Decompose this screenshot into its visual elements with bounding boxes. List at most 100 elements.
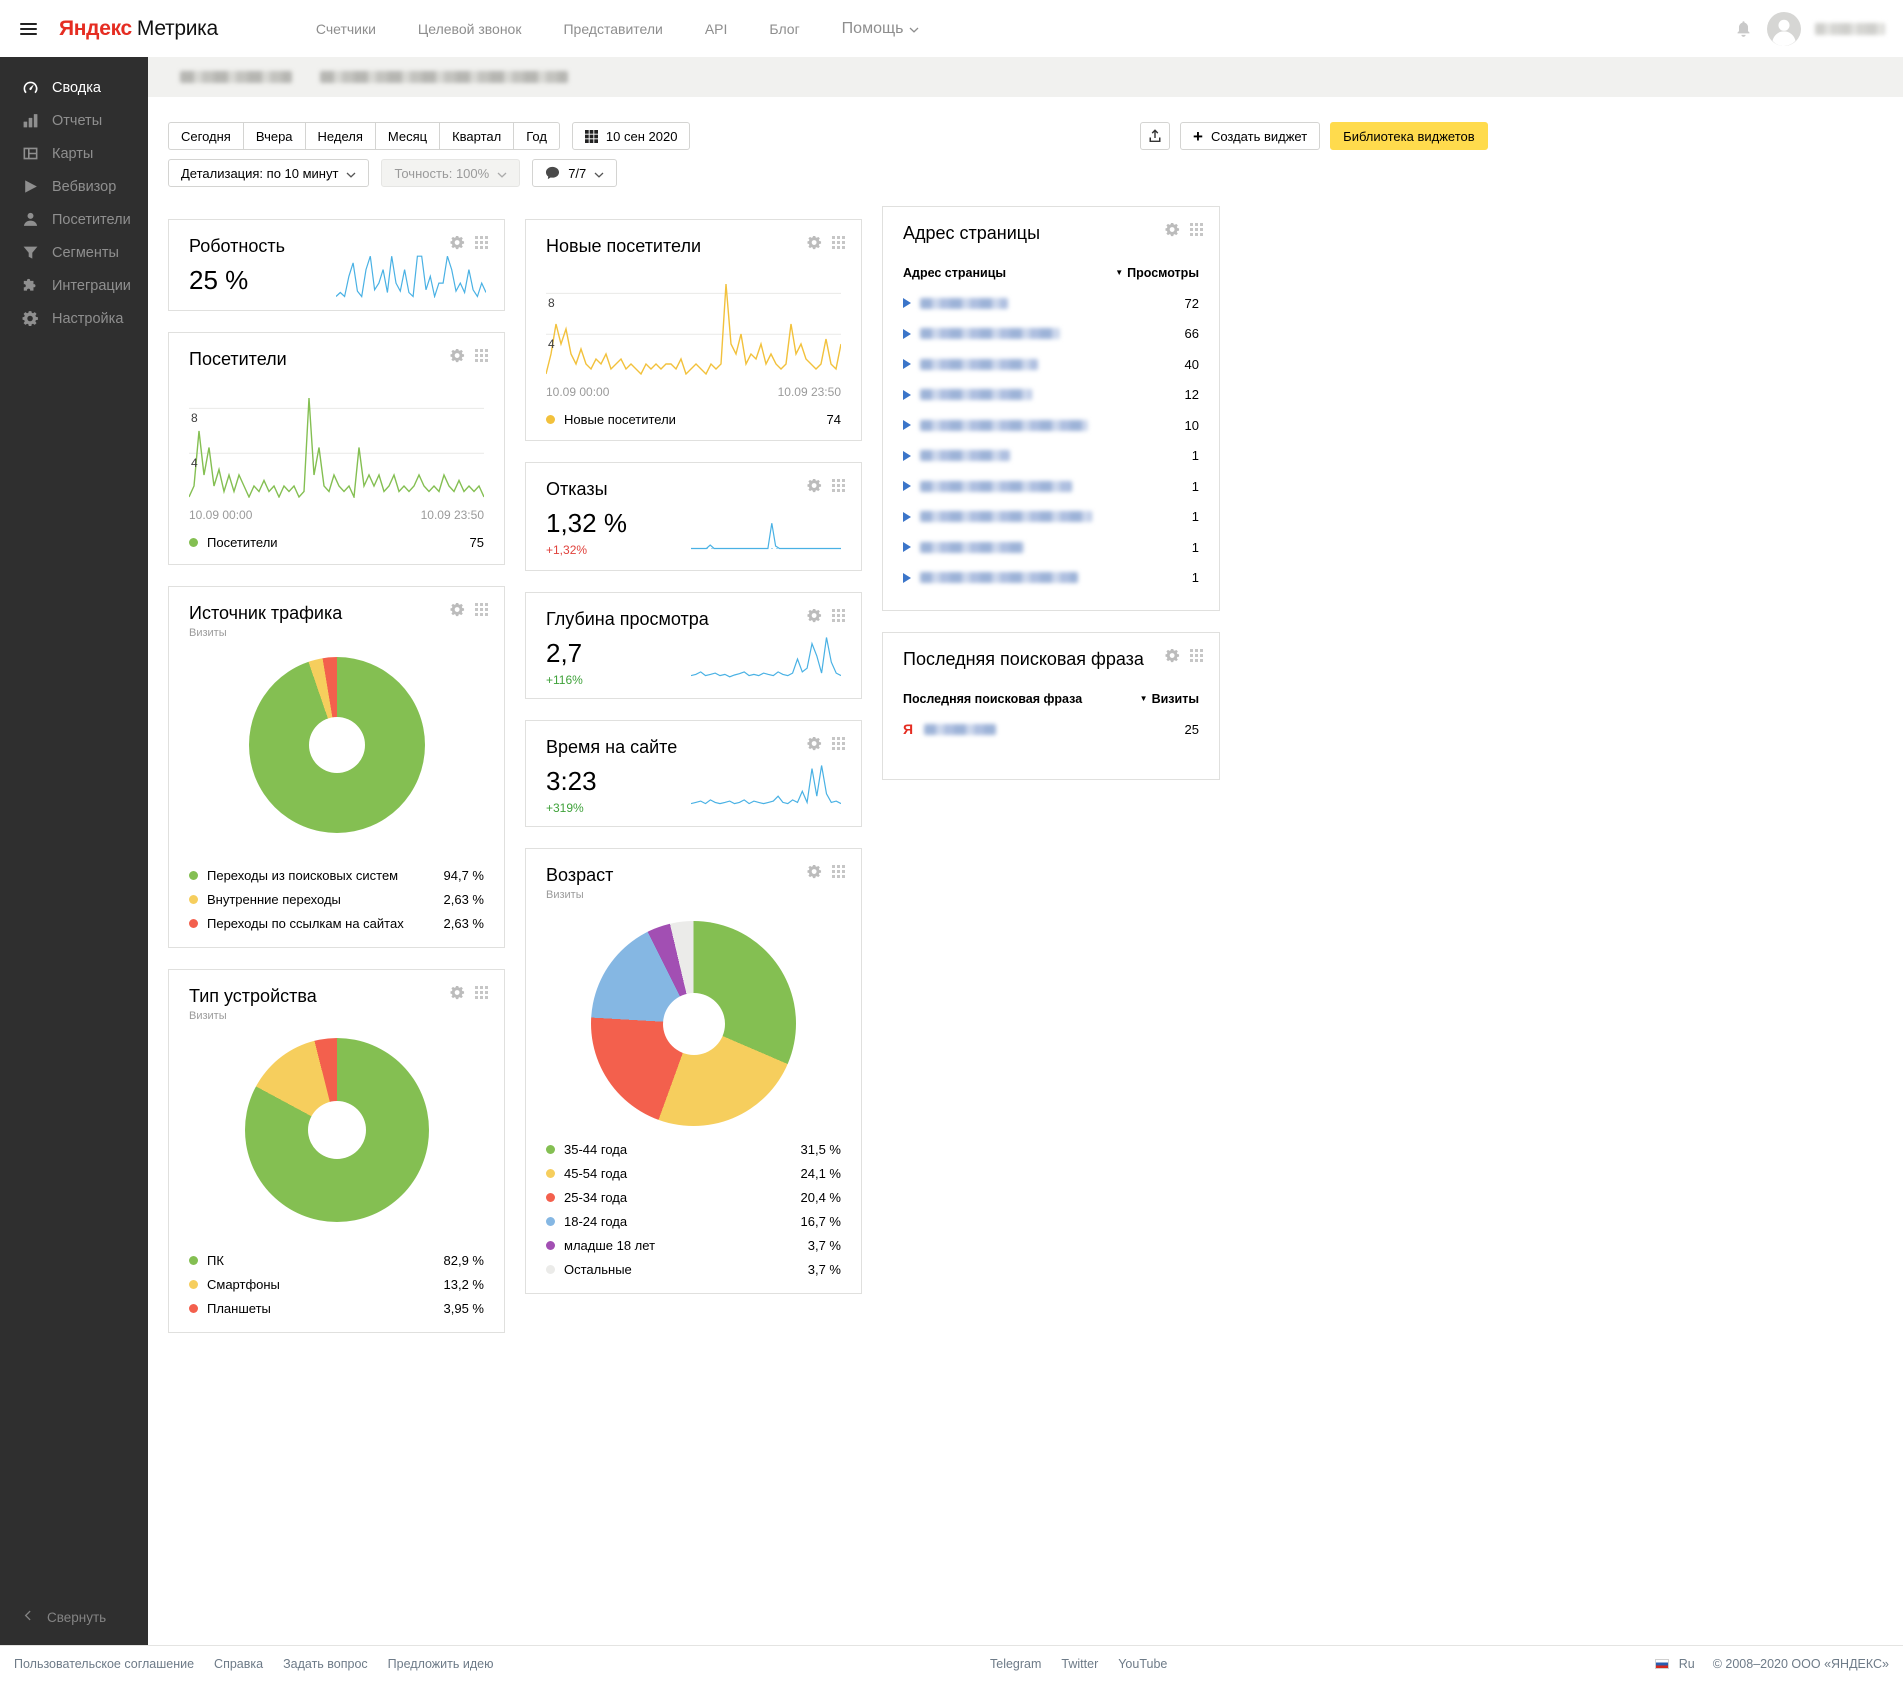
comments-dropdown[interactable]: 7/7 [532, 159, 617, 187]
page-row[interactable]: 40 [903, 349, 1199, 380]
range-week[interactable]: Неделя [305, 122, 375, 150]
page-url-redacted[interactable] [920, 481, 1072, 492]
page-url-redacted[interactable] [920, 359, 1038, 370]
widget-settings-gear-icon[interactable] [807, 736, 822, 751]
nav-tselevoy-zvonok[interactable]: Целевой звонок [418, 21, 522, 37]
page-row[interactable]: 12 [903, 380, 1199, 411]
legend-item[interactable]: Переходы по ссылкам на сайтах 2,63 % [189, 916, 484, 931]
range-yesterday[interactable]: Вчера [243, 122, 305, 150]
page-row[interactable]: 66 [903, 319, 1199, 350]
sidebar-item-vebvizor[interactable]: Вебвизор [0, 170, 148, 203]
page-row[interactable]: 1 [903, 563, 1199, 594]
nav-blog[interactable]: Блог [769, 21, 799, 37]
legend-item[interactable]: Остальные 3,7 % [546, 1262, 841, 1277]
calendar-button[interactable]: 10 сен 2020 [572, 122, 691, 150]
page-url-redacted[interactable] [920, 450, 1010, 461]
footer-social-twitter[interactable]: Twitter [1061, 1657, 1098, 1671]
range-month[interactable]: Месяц [375, 122, 439, 150]
column-header-metric[interactable]: ▼ Просмотры [1115, 266, 1199, 280]
visitors-legend[interactable]: Посетители 75 [189, 535, 484, 550]
sidebar-item-segmenty[interactable]: Сегменты [0, 236, 148, 269]
nav-help[interactable]: Помощь [842, 20, 920, 38]
widget-settings-gear-icon[interactable] [450, 348, 465, 363]
legend-item[interactable]: 18-24 года 16,7 % [546, 1214, 841, 1229]
footer-link-1[interactable]: Справка [214, 1657, 263, 1671]
legend-item[interactable]: 45-54 года 24,1 % [546, 1166, 841, 1181]
notifications-bell-icon[interactable] [1734, 19, 1753, 38]
widget-settings-gear-icon[interactable] [807, 608, 822, 623]
page-url-redacted[interactable] [920, 389, 1032, 400]
widget-drag-handle-icon[interactable] [832, 236, 845, 249]
detalization-dropdown[interactable]: Детализация: по 10 минут [168, 159, 369, 187]
widget-drag-handle-icon[interactable] [1190, 649, 1203, 662]
sidebar-item-svodka[interactable]: Сводка [0, 71, 148, 104]
device-type-donut[interactable] [245, 1038, 429, 1222]
footer-link-0[interactable]: Пользовательское соглашение [14, 1657, 194, 1671]
nav-schetchiki[interactable]: Счетчики [316, 21, 376, 37]
widget-settings-gear-icon[interactable] [1165, 222, 1180, 237]
sidebar-item-otchety[interactable]: Отчеты [0, 104, 148, 137]
range-year[interactable]: Год [513, 122, 560, 150]
sidebar-item-karty[interactable]: Карты [0, 137, 148, 170]
page-url-redacted[interactable] [920, 420, 1088, 431]
widget-drag-handle-icon[interactable] [475, 236, 488, 249]
legend-item[interactable]: 25-34 года 20,4 % [546, 1190, 841, 1205]
widget-settings-gear-icon[interactable] [450, 235, 465, 250]
page-row[interactable]: 1 [903, 441, 1199, 472]
sidebar-collapse-button[interactable]: Свернуть [0, 1601, 148, 1633]
legend-item[interactable]: Планшеты 3,95 % [189, 1301, 484, 1316]
expand-row-icon[interactable] [903, 451, 911, 461]
widget-settings-gear-icon[interactable] [807, 864, 822, 879]
language-switcher[interactable]: Ru [1679, 1657, 1695, 1671]
expand-row-icon[interactable] [903, 359, 911, 369]
sidebar-item-nastroika[interactable]: Настройка [0, 302, 148, 335]
page-url-redacted[interactable] [920, 542, 1024, 553]
page-row[interactable]: 10 [903, 410, 1199, 441]
expand-row-icon[interactable] [903, 573, 911, 583]
expand-row-icon[interactable] [903, 481, 911, 491]
page-url-redacted[interactable] [920, 511, 1092, 522]
age-donut[interactable] [591, 921, 796, 1126]
accuracy-dropdown[interactable]: Точность: 100% [381, 159, 520, 187]
expand-row-icon[interactable] [903, 298, 911, 308]
widget-drag-handle-icon[interactable] [832, 609, 845, 622]
widget-settings-gear-icon[interactable] [807, 235, 822, 250]
expand-row-icon[interactable] [903, 329, 911, 339]
widget-settings-gear-icon[interactable] [450, 985, 465, 1000]
expand-row-icon[interactable] [903, 542, 911, 552]
page-row[interactable]: 1 [903, 502, 1199, 533]
sidebar-item-integracii[interactable]: Интеграции [0, 269, 148, 302]
robotness-sparkline[interactable] [336, 252, 486, 298]
range-today[interactable]: Сегодня [168, 122, 243, 150]
expand-row-icon[interactable] [903, 390, 911, 400]
widget-settings-gear-icon[interactable] [807, 478, 822, 493]
new-visitors-line-chart[interactable] [546, 273, 841, 375]
bounces-sparkline[interactable] [691, 520, 841, 550]
search-phrase-redacted[interactable] [924, 724, 996, 735]
column-header-metric[interactable]: ▼ Визиты [1140, 692, 1199, 706]
widget-drag-handle-icon[interactable] [832, 479, 845, 492]
footer-social-youtube[interactable]: YouTube [1118, 1657, 1167, 1671]
menu-icon[interactable] [18, 19, 39, 39]
widget-drag-handle-icon[interactable] [832, 737, 845, 750]
page-row[interactable]: 1 [903, 471, 1199, 502]
nav-api[interactable]: API [705, 21, 728, 37]
legend-item[interactable]: ПК 82,9 % [189, 1253, 484, 1268]
nav-predstaviteli[interactable]: Представители [563, 21, 662, 37]
time-sparkline[interactable] [691, 764, 841, 810]
widget-settings-gear-icon[interactable] [450, 602, 465, 617]
footer-link-3[interactable]: Предложить идею [388, 1657, 494, 1671]
widget-drag-handle-icon[interactable] [475, 603, 488, 616]
widget-library-button[interactable]: Библиотека виджетов [1330, 122, 1488, 150]
legend-item[interactable]: Внутренние переходы 2,63 % [189, 892, 484, 907]
counter-site-redacted[interactable] [320, 71, 568, 83]
legend-item[interactable]: 35-44 года 31,5 % [546, 1142, 841, 1157]
widget-drag-handle-icon[interactable] [475, 986, 488, 999]
app-logo[interactable]: ЯндексМетрика [59, 17, 218, 41]
range-quarter[interactable]: Квартал [439, 122, 513, 150]
legend-item[interactable]: Переходы из поисковых систем 94,7 % [189, 868, 484, 883]
footer-link-2[interactable]: Задать вопрос [283, 1657, 368, 1671]
username-redacted[interactable] [1815, 23, 1885, 35]
create-widget-button[interactable]: + Создать виджет [1180, 122, 1320, 150]
page-url-redacted[interactable] [920, 298, 1008, 309]
